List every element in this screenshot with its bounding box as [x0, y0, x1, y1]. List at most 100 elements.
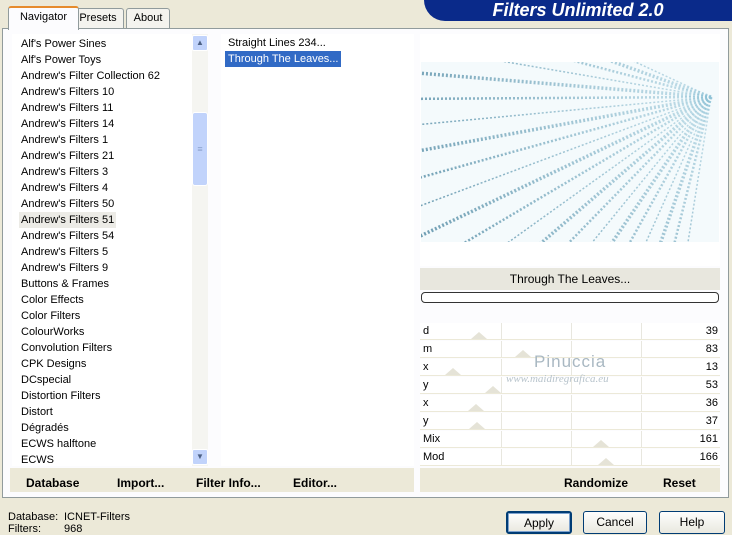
slider-value: 37	[705, 415, 718, 427]
slider-tick	[641, 413, 642, 429]
slider-thumb[interactable]	[592, 440, 609, 447]
slider-tick	[571, 323, 572, 339]
scroll-thumb[interactable]: ≡	[192, 112, 208, 186]
database-value: ICNET-Filters	[64, 511, 130, 523]
filter-item[interactable]: Through The Leaves...	[225, 51, 342, 67]
filter-item[interactable]: Straight Lines 234...	[225, 35, 329, 51]
slider-mix[interactable]: Mix 161	[420, 431, 720, 448]
editor-button[interactable]: Editor...	[293, 476, 337, 490]
category-item[interactable]: Andrew's Filters 51	[19, 212, 117, 228]
filter-list[interactable]: Straight Lines 234... Through The Leaves.…	[221, 34, 414, 466]
slider-thumb[interactable]	[467, 404, 484, 411]
category-list[interactable]: Alf's Power Sines Alf's Power Toys Andrew'…	[12, 34, 192, 466]
slider-thumb[interactable]	[468, 422, 485, 429]
title-banner: Filters Unlimited 2.0	[424, 0, 732, 21]
slider-tick	[641, 431, 642, 447]
slider-label: y	[423, 415, 429, 427]
slider-label: x	[423, 361, 429, 373]
slider-label: Mod	[423, 451, 445, 463]
slider-label: Mix	[423, 433, 441, 445]
category-item[interactable]: DCspecial	[19, 372, 73, 388]
category-item[interactable]: Andrew's Filters 3	[19, 164, 110, 180]
slider-tick	[641, 377, 642, 393]
category-item[interactable]: Andrew's Filters 11	[19, 100, 115, 116]
category-item[interactable]: Andrew's Filters 4	[19, 180, 110, 196]
filters-count-label: Filters:	[8, 523, 41, 535]
randomize-button[interactable]: Randomize	[564, 476, 628, 490]
slider-tick	[501, 359, 502, 375]
slider-label: d	[423, 325, 430, 337]
database-button[interactable]: Database	[26, 476, 79, 490]
category-item[interactable]: Color Effects	[19, 292, 86, 308]
progress-bar	[421, 292, 719, 303]
slider-value: 13	[705, 361, 718, 373]
tab-navigator[interactable]: Navigator	[8, 6, 79, 30]
category-item[interactable]: Andrew's Filters 54	[19, 228, 116, 244]
slider-label: y	[423, 379, 429, 391]
slider-tick	[571, 431, 572, 447]
category-item[interactable]: Convolution Filters	[19, 340, 114, 356]
slider-value: 36	[705, 397, 718, 409]
slider-value: 39	[705, 325, 718, 337]
slider-value: 161	[699, 433, 718, 445]
category-item[interactable]: Alf's Power Toys	[19, 52, 103, 68]
help-button[interactable]: Help	[659, 511, 725, 534]
category-item[interactable]: Buttons & Frames	[19, 276, 111, 292]
slider-x[interactable]: x 36	[420, 395, 720, 412]
category-item[interactable]: Andrew's Filters 14	[19, 116, 116, 132]
slider-tick	[641, 449, 642, 465]
slider-tick	[501, 323, 502, 339]
category-item[interactable]: CPK Designs	[19, 356, 88, 372]
category-item[interactable]: Distort	[19, 404, 55, 420]
slider-tick	[501, 431, 502, 447]
slider-thumb[interactable]	[598, 458, 614, 465]
current-filter-label: Through The Leaves...	[420, 268, 720, 290]
slider-value: 166	[699, 451, 718, 463]
apply-button[interactable]: Apply	[506, 511, 572, 534]
slider-tick	[641, 359, 642, 375]
cancel-button[interactable]: Cancel	[583, 511, 647, 534]
category-item[interactable]: Andrew's Filters 10	[19, 84, 116, 100]
category-item[interactable]: Dégradés	[19, 420, 71, 436]
slider-thumb[interactable]	[514, 350, 531, 357]
category-item[interactable]: Distortion Filters	[19, 388, 102, 404]
slider-thumb[interactable]	[445, 368, 461, 375]
category-item[interactable]: Andrew's Filters 50	[19, 196, 116, 212]
slider-y[interactable]: y 37	[420, 413, 720, 430]
category-item[interactable]: Andrew's Filters 21	[19, 148, 116, 164]
category-item[interactable]: Andrew's Filter Collection 62	[19, 68, 162, 84]
scroll-down-button[interactable]: ▼	[192, 449, 208, 465]
slider-tick	[571, 413, 572, 429]
slider-d[interactable]: d 39	[420, 323, 720, 340]
slider-value: 83	[705, 343, 718, 355]
slider-label: m	[423, 343, 433, 355]
tab-presets[interactable]: Presets	[72, 8, 124, 28]
slider-tick	[501, 395, 502, 411]
scroll-up-button[interactable]: ▲	[192, 35, 208, 51]
category-item[interactable]: ECWS halftone	[19, 436, 98, 452]
category-item[interactable]: Andrew's Filters 5	[19, 244, 110, 260]
filter-info-button[interactable]: Filter Info...	[196, 476, 261, 490]
category-scrollbar[interactable]: ▲ ≡ ▼	[192, 34, 208, 466]
preview-image	[421, 62, 719, 242]
slider-tick	[501, 377, 502, 393]
slider-tick	[501, 413, 502, 429]
category-item[interactable]: ColourWorks	[19, 324, 86, 340]
category-item[interactable]: ECWS	[19, 452, 56, 466]
slider-thumb[interactable]	[485, 386, 502, 393]
tab-about[interactable]: About	[126, 8, 170, 28]
slider-thumb[interactable]	[471, 332, 487, 339]
slider-tick	[641, 341, 642, 357]
import-button[interactable]: Import...	[117, 476, 164, 490]
reset-button[interactable]: Reset	[663, 476, 696, 490]
category-item[interactable]: Andrew's Filters 1	[19, 132, 110, 148]
watermark-name: Pinuccia	[534, 352, 607, 371]
category-item[interactable]: Andrew's Filters 9	[19, 260, 110, 276]
category-item[interactable]: Color Filters	[19, 308, 82, 324]
slider-tick	[641, 395, 642, 411]
database-label: Database:	[8, 511, 59, 523]
slider-mod[interactable]: Mod 166	[420, 449, 720, 466]
filters-count-value: 968	[64, 523, 83, 535]
slider-label: x	[423, 397, 429, 409]
category-item[interactable]: Alf's Power Sines	[19, 36, 108, 52]
